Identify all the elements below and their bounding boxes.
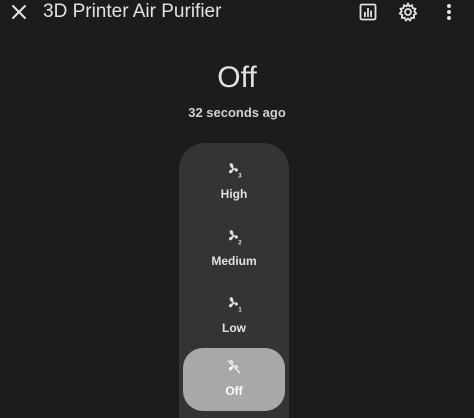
fan-speed-1-icon: 1 <box>228 297 242 313</box>
dialog-header: 3D Printer Air Purifier <box>0 0 474 26</box>
mode-option-label: Medium <box>211 254 257 268</box>
svg-text:3: 3 <box>238 174 242 179</box>
more-options-button[interactable] <box>438 1 460 23</box>
fan-off-icon <box>227 359 241 374</box>
close-icon <box>12 5 26 19</box>
entity-state: Off <box>217 61 257 94</box>
close-button[interactable] <box>8 0 30 24</box>
mode-option-high[interactable]: 3 High <box>183 151 285 214</box>
svg-text:1: 1 <box>238 308 242 313</box>
more-info-dialog: 3D Printer Air Purifier Off 32 seconds a… <box>0 0 474 418</box>
last-changed: 32 seconds ago <box>188 105 286 120</box>
mode-option-medium[interactable]: 2 Medium <box>183 218 285 281</box>
mode-option-label: High <box>220 187 248 201</box>
more-vertical-icon <box>447 4 451 20</box>
mode-option-low[interactable]: 1 Low <box>183 285 285 348</box>
mode-option-off[interactable]: Off <box>183 348 285 411</box>
gear-icon <box>398 2 418 22</box>
dialog-title: 3D Printer Air Purifier <box>43 1 222 22</box>
svg-text:2: 2 <box>238 241 242 246</box>
fan-speed-2-icon: 2 <box>228 230 242 246</box>
history-chart-icon <box>359 3 377 21</box>
settings-button[interactable] <box>397 1 419 23</box>
fan-speed-3-icon: 3 <box>228 163 242 179</box>
fan-preset-mode-control: 3 High 2 Medium 1 Low Off <box>179 143 289 418</box>
mode-option-label: Low <box>222 321 246 335</box>
history-button[interactable] <box>357 1 379 23</box>
mode-option-label: Off <box>225 384 243 398</box>
